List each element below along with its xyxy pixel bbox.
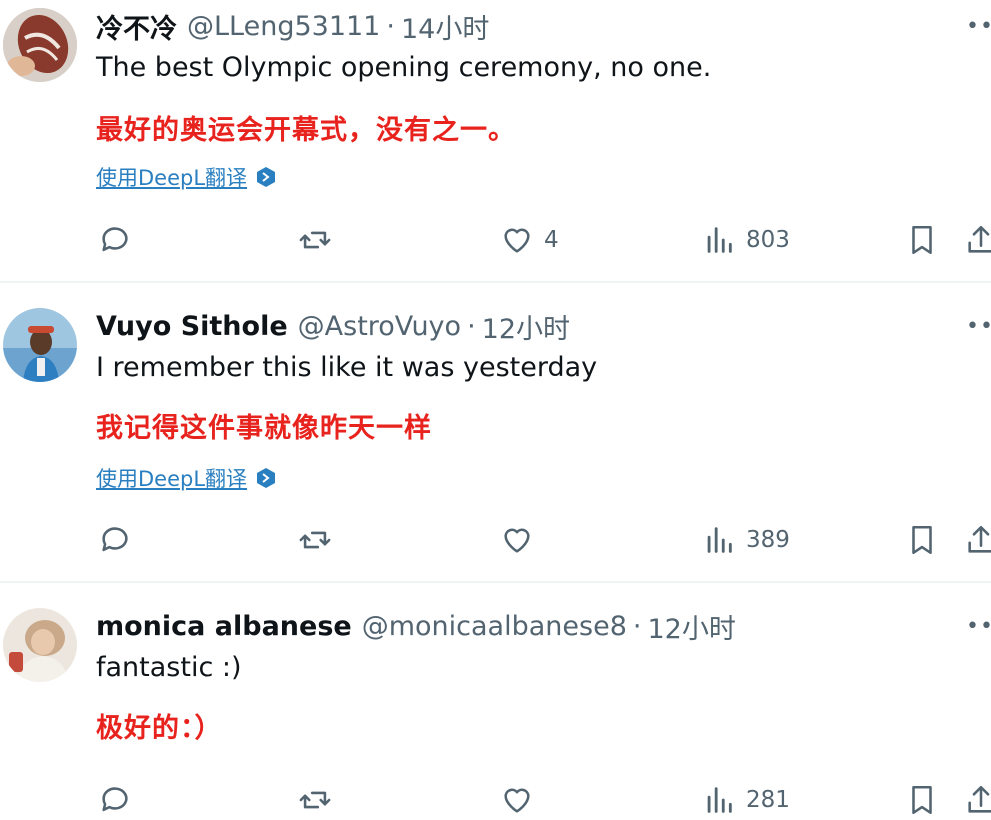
translate-link[interactable]: 使用DeepL翻译	[96, 463, 277, 493]
tweet-header: 冷不冷 @LLeng53111 · 14小时	[96, 6, 489, 46]
views-icon	[707, 527, 732, 553]
tweet-text: I remember this like it was yesterday	[96, 352, 598, 383]
timestamp[interactable]: 12小时	[482, 307, 570, 346]
bookmark-icon	[912, 785, 932, 815]
like-icon	[504, 788, 530, 813]
tweet-translation: 最好的奥运会开幕式，没有之一。	[96, 115, 516, 146]
views-button[interactable]: 389	[702, 520, 790, 560]
bookmark-icon	[912, 225, 932, 255]
tweet-text: The best Olympic opening ceremony, no on…	[96, 52, 712, 83]
share-button[interactable]	[964, 780, 991, 820]
reply-icon	[102, 527, 128, 552]
share-icon	[968, 225, 991, 253]
bookmark-icon	[912, 525, 932, 555]
tweet-3[interactable]: monica albanese @monicaalbanese8 · 12小时 …	[0, 600, 991, 820]
share-button[interactable]	[964, 520, 991, 560]
view-count: 803	[746, 227, 790, 253]
like-icon	[504, 528, 530, 553]
more-options-button[interactable]: ••	[966, 14, 991, 39]
avatar[interactable]	[3, 308, 77, 382]
reply-icon	[102, 787, 128, 812]
user-handle[interactable]: @AstroVuyo	[298, 311, 461, 342]
display-name[interactable]: Vuyo Sithole	[96, 311, 288, 342]
retweet-icon	[299, 531, 331, 549]
share-button[interactable]	[964, 220, 991, 260]
retweet-button[interactable]	[298, 520, 332, 560]
views-button[interactable]: 803	[702, 220, 790, 260]
like-count: 4	[544, 227, 559, 253]
deepl-icon	[257, 167, 276, 187]
tweet-2[interactable]: Vuyo Sithole @AstroVuyo · 12小时 •• I reme…	[0, 300, 991, 580]
like-button[interactable]: 4	[500, 220, 559, 260]
views-icon	[707, 227, 732, 253]
tweet-divider	[0, 581, 991, 583]
bookmark-button[interactable]	[905, 220, 939, 260]
timestamp[interactable]: 14小时	[401, 7, 489, 46]
views-icon	[707, 787, 732, 813]
share-icon	[968, 785, 991, 813]
reply-icon	[102, 227, 128, 252]
tweet-divider	[0, 281, 991, 283]
display-name[interactable]: 冷不冷	[96, 7, 177, 46]
views-button[interactable]: 281	[702, 780, 790, 820]
avatar[interactable]	[3, 8, 77, 82]
tweet-translation: 我记得这件事就像昨天一样	[96, 413, 432, 444]
user-handle[interactable]: @LLeng53111	[187, 11, 380, 42]
more-options-button[interactable]: ••	[966, 614, 991, 639]
user-handle[interactable]: @monicaalbanese8	[362, 611, 627, 642]
tweet-text: fantastic :)	[96, 652, 242, 683]
timestamp[interactable]: 12小时	[647, 607, 735, 646]
retweet-icon	[299, 791, 331, 809]
separator-dot: ·	[467, 310, 476, 342]
translate-link[interactable]: 使用DeepL翻译	[96, 162, 277, 192]
retweet-button[interactable]	[298, 220, 332, 260]
like-button[interactable]	[500, 780, 544, 820]
retweet-icon	[299, 231, 331, 249]
retweet-button[interactable]	[298, 780, 332, 820]
like-button[interactable]	[500, 520, 544, 560]
separator-dot: ·	[386, 10, 395, 42]
action-bar: 281	[0, 780, 991, 820]
more-options-button[interactable]: ••	[966, 314, 991, 339]
deepl-icon	[257, 468, 276, 488]
reply-button[interactable]	[98, 220, 132, 260]
reply-button[interactable]	[98, 520, 132, 560]
translate-link-label[interactable]: 使用DeepL翻译	[96, 162, 247, 192]
view-count: 389	[746, 527, 790, 553]
translate-link-label[interactable]: 使用DeepL翻译	[96, 463, 247, 493]
tweet-1[interactable]: 冷不冷 @LLeng53111 · 14小时 •• The best Olymp…	[0, 0, 991, 280]
view-count: 281	[746, 787, 790, 813]
tweet-translation: 极好的：）	[96, 713, 223, 744]
action-bar: 389	[0, 520, 991, 560]
action-bar: 4 803	[0, 220, 991, 260]
bookmark-button[interactable]	[905, 520, 939, 560]
bookmark-button[interactable]	[905, 780, 939, 820]
tweet-header: monica albanese @monicaalbanese8 · 12小时	[96, 606, 736, 646]
share-icon	[968, 525, 991, 553]
display-name[interactable]: monica albanese	[96, 611, 352, 642]
separator-dot: ·	[632, 610, 642, 642]
like-icon	[504, 228, 530, 253]
reply-button[interactable]	[98, 780, 132, 820]
avatar[interactable]	[3, 608, 77, 682]
tweet-header: Vuyo Sithole @AstroVuyo · 12小时	[96, 306, 570, 346]
